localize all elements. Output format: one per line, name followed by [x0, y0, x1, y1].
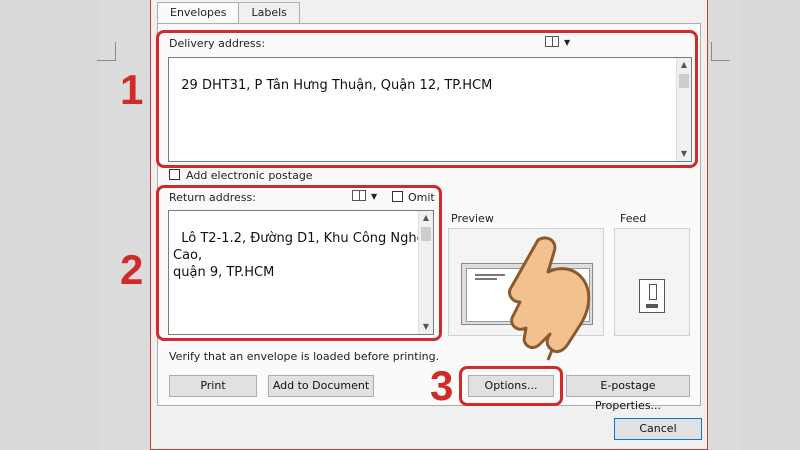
tab-bar: Envelopes Labels	[157, 2, 300, 25]
tab-labels[interactable]: Labels	[238, 2, 300, 23]
epostage-properties-button[interactable]: E-postage Properties...	[566, 375, 690, 412]
feed-label: Feed	[620, 212, 647, 225]
crop-mark-right	[711, 42, 730, 61]
feed-icon	[639, 279, 665, 313]
step-number-2: 2	[120, 246, 144, 293]
highlight-box-2	[156, 185, 442, 341]
electronic-postage-label: Add electronic postage	[186, 169, 313, 182]
verify-text: Verify that an envelope is loaded before…	[169, 350, 440, 363]
pointing-hand-icon	[508, 236, 591, 361]
feed-slot	[649, 284, 657, 300]
cancel-button[interactable]: Cancel	[614, 418, 702, 440]
step-number-3: 3	[430, 362, 454, 409]
highlight-box-1	[156, 30, 698, 168]
tab-envelopes[interactable]: Envelopes	[157, 2, 240, 25]
feed-tray	[646, 304, 658, 308]
add-to-document-button[interactable]: Add to Document	[268, 375, 374, 397]
feed-box[interactable]	[614, 228, 690, 336]
crop-mark-left	[97, 42, 116, 61]
print-button[interactable]: Print	[169, 375, 257, 397]
preview-label: Preview	[451, 212, 494, 225]
highlight-box-3	[459, 366, 563, 406]
electronic-postage-checkbox[interactable]	[169, 169, 180, 180]
step-number-1: 1	[120, 66, 144, 113]
